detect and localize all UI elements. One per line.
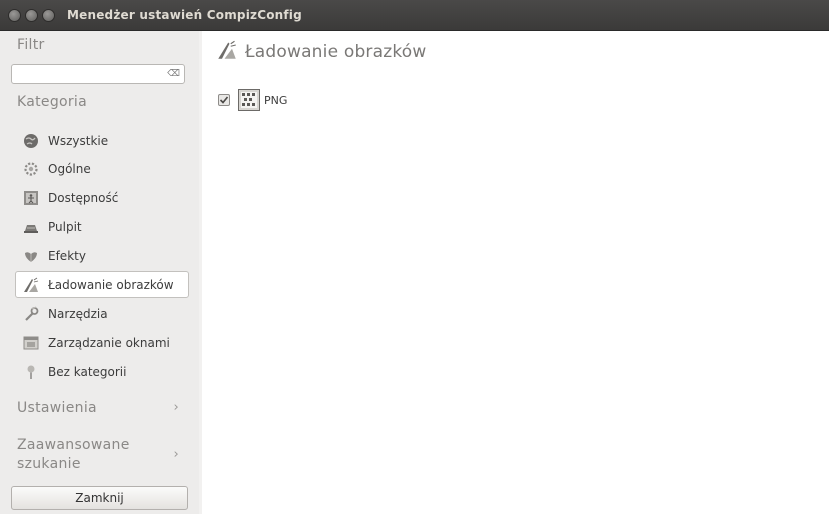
search-input[interactable] (12, 67, 170, 86)
filter-label: Filtr (17, 37, 45, 53)
category-item-ladowanie-obrazkow[interactable]: Ładowanie obrazków (15, 271, 189, 299)
close-button[interactable]: Zamknij (11, 486, 188, 510)
gear-icon (23, 161, 39, 177)
close-window-button[interactable] (8, 8, 21, 22)
category-label: Narzędzia (48, 306, 108, 321)
uncategorized-icon (23, 364, 39, 380)
minimize-window-button[interactable] (25, 8, 38, 22)
plugin-label: PNG (264, 93, 288, 107)
main-panel: Ładowanie obrazków PNG (202, 31, 829, 514)
advanced-search-expander[interactable]: Zaawansowane szukanie › (17, 436, 189, 474)
chevron-right-icon: › (173, 447, 179, 462)
chevron-right-icon: › (173, 400, 179, 415)
category-item-wszystkie[interactable]: Wszystkie (15, 127, 189, 154)
title-bar: Menedżer ustawień CompizConfig (0, 0, 829, 31)
effects-icon (23, 248, 39, 264)
advanced-search-label-line1: Zaawansowane (17, 437, 130, 453)
category-item-dostepnosc[interactable]: Dostępność (15, 185, 189, 212)
checkmark-icon (219, 96, 229, 104)
category-list: Wszystkie Ogólne Dostępność Pulpit Efekt… (15, 127, 189, 387)
plugin-enable-checkbox[interactable] (218, 94, 230, 106)
category-label: Pulpit (48, 220, 82, 235)
page-title: Ładowanie obrazków (245, 42, 427, 62)
category-item-pulpit[interactable]: Pulpit (15, 214, 189, 241)
tools-icon (23, 306, 39, 322)
png-plugin-icon (238, 89, 260, 111)
category-label: Bez kategorii (48, 364, 127, 379)
category-label: Zarządzanie oknami (48, 335, 170, 350)
search-field[interactable]: ⌫ (11, 64, 185, 86)
category-item-narzedzia[interactable]: Narzędzia (15, 300, 189, 327)
settings-expander[interactable]: Ustawienia › (17, 400, 189, 416)
category-item-efekty[interactable]: Efekty (15, 243, 189, 270)
advanced-search-label-line2: szukanie (17, 456, 81, 472)
globe-icon (23, 133, 39, 149)
image-loading-icon (23, 277, 39, 293)
image-loading-icon (217, 40, 237, 64)
window-management-icon (23, 335, 39, 351)
category-item-zarzadzanie-oknami[interactable]: Zarządzanie oknami (15, 329, 189, 356)
category-label: Ładowanie obrazków (48, 277, 174, 292)
plugin-row-png[interactable]: PNG (218, 89, 287, 111)
category-label: Ogólne (48, 162, 91, 177)
window-title: Menedżer ustawień CompizConfig (67, 8, 302, 22)
maximize-window-button[interactable] (42, 8, 55, 22)
desktop-icon (23, 219, 39, 235)
category-item-bez-kategorii[interactable]: Bez kategorii (15, 358, 189, 385)
sidebar: Filtr ⌫ Kategoria Wszystkie Ogólne Dostę… (0, 31, 199, 514)
category-label: Dostępność (48, 191, 119, 206)
category-label: Wszystkie (48, 133, 109, 148)
category-label: Efekty (48, 249, 86, 264)
page-header: Ładowanie obrazków (217, 40, 427, 64)
category-item-ogolne[interactable]: Ogólne (15, 156, 189, 183)
accessibility-icon (23, 190, 39, 206)
category-label: Kategoria (17, 94, 87, 110)
clear-search-icon[interactable]: ⌫ (167, 68, 180, 80)
settings-label: Ustawienia (17, 400, 97, 416)
